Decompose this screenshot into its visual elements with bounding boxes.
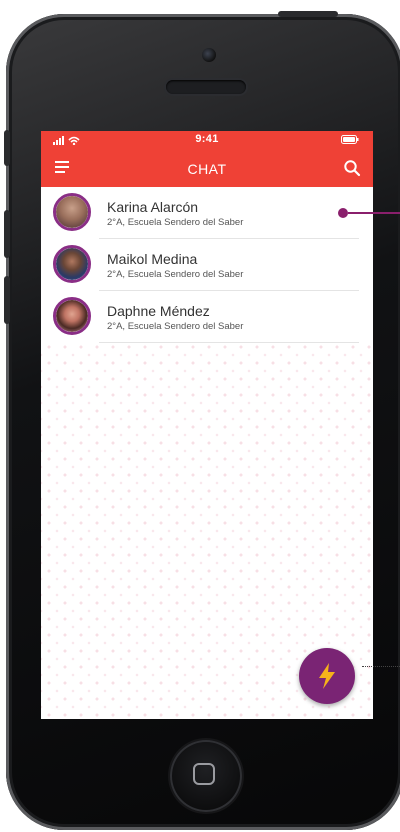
chat-list-item[interactable]: Daphne Méndez 2°A, Escuela Sendero del S…	[41, 291, 373, 343]
annotation-dotted-line	[362, 666, 400, 667]
chat-list: Karina Alarcón 2°A, Escuela Sendero del …	[41, 187, 373, 343]
avatar	[53, 297, 91, 335]
lightning-bolt-icon	[319, 663, 335, 689]
status-time: 9:41	[195, 133, 219, 145]
quick-action-button[interactable]	[299, 648, 355, 704]
avatar	[53, 245, 91, 283]
front-camera	[202, 48, 216, 62]
contact-name: Maikol Medina	[107, 251, 198, 267]
avatar	[53, 193, 91, 231]
contact-name: Daphne Méndez	[107, 303, 210, 319]
mute-switch	[4, 130, 10, 166]
contact-name: Karina Alarcón	[107, 199, 199, 215]
earpiece-speaker	[166, 80, 246, 94]
annotation-dot	[338, 208, 348, 218]
home-square-icon	[193, 763, 215, 785]
volume-down-button	[4, 276, 10, 324]
annotation-line	[348, 212, 400, 214]
contact-subtitle: 2°A, Escuela Sendero del Saber	[107, 269, 244, 280]
app-header: 9:41 CHAT	[41, 131, 373, 187]
status-bar: 9:41	[41, 131, 373, 149]
chat-list-item[interactable]: Karina Alarcón 2°A, Escuela Sendero del …	[41, 187, 373, 239]
home-button[interactable]	[170, 740, 242, 812]
volume-up-button	[4, 210, 10, 258]
contact-subtitle: 2°A, Escuela Sendero del Saber	[107, 217, 244, 228]
chat-list-item[interactable]: Maikol Medina 2°A, Escuela Sendero del S…	[41, 239, 373, 291]
app-screen: 9:41 CHAT Karina Alarcón 2°A, Escuela Se…	[41, 131, 373, 719]
battery-icon	[341, 135, 359, 144]
contact-subtitle: 2°A, Escuela Sendero del Saber	[107, 321, 244, 332]
power-button	[278, 11, 338, 17]
page-title: CHAT	[187, 161, 227, 177]
search-icon[interactable]	[343, 159, 361, 177]
